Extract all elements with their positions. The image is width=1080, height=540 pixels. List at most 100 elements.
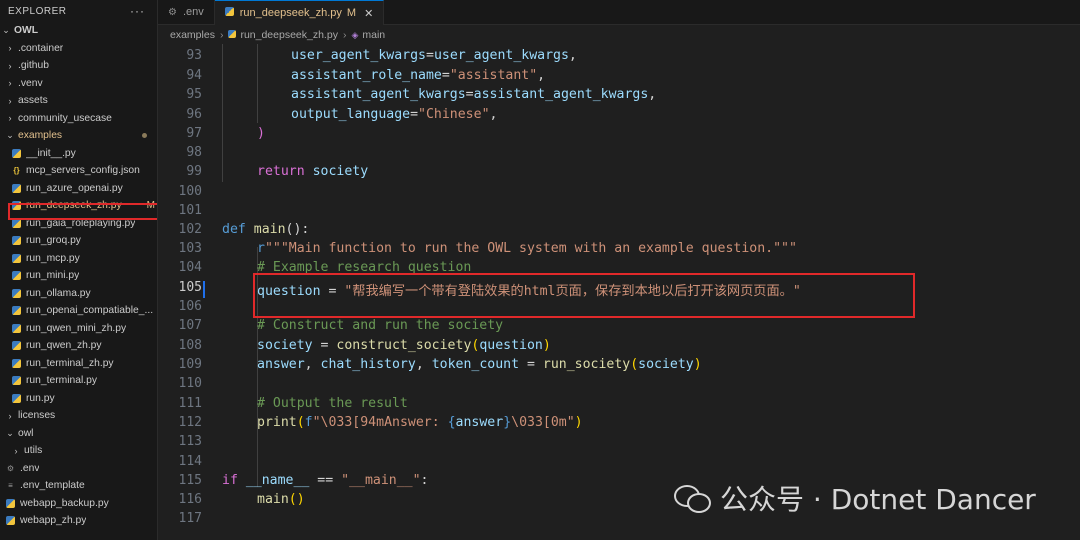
folder-container[interactable]: › .container bbox=[0, 40, 157, 58]
tree-item-label: webapp_zh.py bbox=[20, 515, 87, 527]
line-number: 114 bbox=[178, 454, 202, 469]
breadcrumb: examples › run_deepseek_zh.py › ◈ main bbox=[158, 25, 1080, 45]
explorer-root[interactable]: ⌄ OWL bbox=[0, 22, 157, 40]
python-icon bbox=[6, 498, 15, 508]
chevron-right-icon: › bbox=[8, 78, 12, 89]
tree-item-label: mcp_servers_config.json bbox=[26, 165, 140, 177]
current-line-indicator bbox=[203, 281, 205, 298]
file-init-py[interactable]: __init__.py bbox=[0, 145, 157, 163]
chevron-right-icon: › bbox=[342, 29, 347, 41]
folder-venv[interactable]: › .venv bbox=[0, 75, 157, 93]
line-number: 108 bbox=[178, 338, 202, 353]
file-run-qwen-zh-py[interactable]: run_qwen_zh.py bbox=[0, 337, 157, 355]
breadcrumb-folder[interactable]: examples bbox=[170, 29, 215, 41]
python-icon bbox=[12, 306, 21, 316]
tree-item-label: run_openai_compatiable_... bbox=[26, 305, 154, 317]
code-line-99: return society bbox=[257, 164, 369, 179]
folder-assets[interactable]: › assets bbox=[0, 92, 157, 110]
breadcrumb-symbol[interactable]: main bbox=[362, 29, 385, 41]
line-number: 116 bbox=[178, 492, 202, 507]
tree-item-label: owl bbox=[18, 427, 34, 439]
file-run-mini-py[interactable]: run_mini.py bbox=[0, 267, 157, 285]
folder-examples[interactable]: ⌄ examples bbox=[0, 127, 157, 145]
line-number: 96 bbox=[186, 107, 202, 122]
python-icon bbox=[12, 183, 21, 193]
file-run-mcp-py[interactable]: run_mcp.py bbox=[0, 250, 157, 268]
chevron-right-icon: › bbox=[8, 95, 12, 106]
code-line-112: print(f"\033[94mAnswer: {answer}\033[0m"… bbox=[257, 415, 583, 430]
indent-guide bbox=[222, 44, 223, 182]
tree-item-label: .venv bbox=[18, 77, 43, 89]
folder-community-usecase[interactable]: › community_usecase bbox=[0, 110, 157, 128]
line-number: 97 bbox=[186, 126, 202, 141]
tree-item-label: .github bbox=[18, 60, 49, 72]
tree-item-label: .container bbox=[18, 42, 64, 54]
folder-github[interactable]: › .github bbox=[0, 57, 157, 75]
ellipsis-icon[interactable]: ··· bbox=[130, 4, 145, 18]
tree-item-label: run_mcp.py bbox=[26, 252, 80, 264]
code-line-109: answer, chat_history, token_count = run_… bbox=[257, 357, 702, 372]
code-line-93: user_agent_kwargs=user_agent_kwargs, bbox=[291, 48, 577, 63]
python-icon bbox=[12, 341, 21, 351]
code-line-107: # Construct and run the society bbox=[257, 318, 504, 333]
tree-item-label: assets bbox=[18, 95, 48, 107]
explorer-title: EXPLORER bbox=[8, 5, 67, 17]
file-run-terminal-zh-py[interactable]: run_terminal_zh.py bbox=[0, 355, 157, 373]
file-webapp-backup-py[interactable]: webapp_backup.py bbox=[0, 495, 157, 513]
cube-icon: ◈ bbox=[351, 29, 359, 40]
watermark: 公众号 · Dotnet Dancer bbox=[674, 478, 1036, 518]
code-line-115: if __name__ == "__main__": bbox=[222, 473, 429, 488]
tab-run-deepseek-zh[interactable]: run_deepseek_zh.py M ✕ bbox=[214, 0, 385, 25]
editor-area: ⚙ .env run_deepseek_zh.py M ✕ examples ›… bbox=[158, 0, 1080, 540]
tree-item-label: run_groq.py bbox=[26, 235, 81, 247]
python-icon bbox=[12, 358, 21, 368]
file-webapp-zh-py[interactable]: webapp_zh.py bbox=[0, 512, 157, 530]
line-number: 117 bbox=[178, 511, 202, 526]
file-run-terminal-py[interactable]: run_terminal.py bbox=[0, 372, 157, 390]
folder-utils[interactable]: › utils bbox=[0, 442, 157, 460]
gear-icon: ⚙ bbox=[6, 463, 15, 473]
tree-item-label: run_qwen_mini_zh.py bbox=[26, 322, 127, 334]
modified-dot bbox=[142, 133, 147, 139]
text-file-icon: ≡ bbox=[8, 481, 13, 491]
file-run-groq-py[interactable]: run_groq.py bbox=[0, 232, 157, 250]
file-run-openai-compatiable[interactable]: run_openai_compatiable_... bbox=[0, 302, 157, 320]
tab-label: run_deepseek_zh.py bbox=[239, 7, 342, 19]
gear-icon: ⚙ bbox=[168, 6, 177, 18]
tree-item-label: .env bbox=[20, 462, 40, 474]
folder-owl[interactable]: ⌄ owl bbox=[0, 425, 157, 443]
folder-licenses[interactable]: › licenses bbox=[0, 407, 157, 425]
line-number: 107 bbox=[178, 318, 202, 333]
code-line-116: main() bbox=[257, 492, 305, 507]
highlight-annotation bbox=[253, 273, 915, 318]
python-icon bbox=[12, 393, 21, 403]
tree-item-label: run_azure_openai.py bbox=[26, 182, 123, 194]
chevron-right-icon: › bbox=[8, 410, 12, 421]
python-icon bbox=[6, 516, 15, 526]
chevron-right-icon: › bbox=[8, 43, 12, 54]
indent-guide bbox=[257, 44, 258, 123]
line-number: 100 bbox=[178, 184, 202, 199]
chevron-right-icon: › bbox=[8, 113, 12, 124]
breadcrumb-file[interactable]: run_deepseek_zh.py bbox=[240, 29, 338, 41]
python-icon bbox=[224, 7, 234, 19]
file-mcp-servers-config-json[interactable]: {} mcp_servers_config.json bbox=[0, 162, 157, 180]
file-run-py[interactable]: run.py bbox=[0, 390, 157, 408]
tree-item-label: run_terminal.py bbox=[26, 375, 97, 387]
line-number: 95 bbox=[186, 87, 202, 102]
tree-item-label: utils bbox=[24, 445, 43, 457]
file-env[interactable]: ⚙ .env bbox=[0, 460, 157, 478]
file-run-azure-openai-py[interactable]: run_azure_openai.py bbox=[0, 180, 157, 198]
chevron-down-icon: ⌄ bbox=[6, 130, 14, 141]
python-icon bbox=[12, 271, 21, 281]
file-run-ollama-py[interactable]: run_ollama.py bbox=[0, 285, 157, 303]
close-icon[interactable]: ✕ bbox=[364, 7, 373, 20]
tab-env[interactable]: ⚙ .env bbox=[158, 0, 215, 24]
watermark-text: 公众号 · Dotnet Dancer bbox=[720, 483, 1036, 516]
file-env-template[interactable]: ≡ .env_template bbox=[0, 477, 157, 495]
explorer-header: EXPLORER ··· bbox=[0, 0, 157, 22]
file-run-qwen-mini-zh-py[interactable]: run_qwen_mini_zh.py bbox=[0, 320, 157, 338]
tree-item-label: community_usecase bbox=[18, 112, 112, 124]
tree-item-label: __init__.py bbox=[26, 147, 76, 159]
chevron-down-icon: ⌄ bbox=[6, 427, 14, 438]
